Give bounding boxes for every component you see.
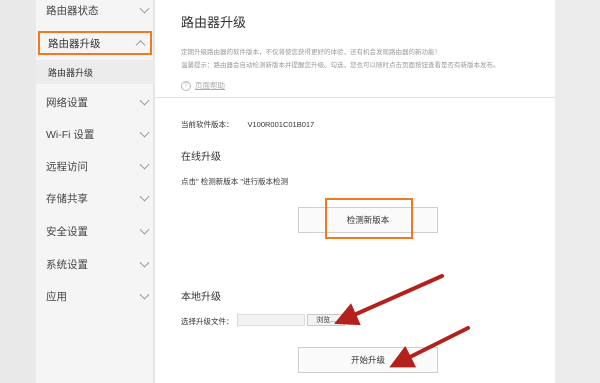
help-row: ? 页面帮助 [181,80,225,91]
chevron-down-icon [139,289,150,300]
sidebar-item-system[interactable]: 系统设置 [36,249,154,279]
current-version-value: V100R001C01B017 [247,120,315,129]
online-upgrade-hint: 点击" 检测新版本 "进行版本检测 [181,177,288,186]
start-upgrade-button[interactable]: 开始升级 [298,347,438,373]
chevron-down-icon [139,3,150,14]
current-version-label: 当前软件版本： [181,120,234,129]
sidebar-item-network[interactable]: 网络设置 [36,87,154,117]
sidebar-item-router-status[interactable]: 路由器状态 [36,0,154,25]
sidebar-item-label: Wi-Fi 设置 [46,128,95,141]
divider [155,97,555,98]
sidebar-item-label: 远程访问 [46,160,88,173]
sidebar-subitem-router-upgrade[interactable]: 路由器升级 [36,60,154,84]
question-icon: ? [181,80,191,91]
sidebar-item-apps[interactable]: 应用 [36,281,154,311]
sidebar-item-label: 应用 [46,290,67,303]
local-upgrade-title: 本地升级 [181,292,221,303]
file-path-input[interactable] [237,314,305,326]
chevron-down-icon [139,224,150,235]
chevron-down-icon [139,159,150,170]
sidebar-item-security[interactable]: 安全设置 [36,216,154,246]
check-new-version-button[interactable]: 检测新版本 [298,207,438,233]
chevron-down-icon [139,95,150,106]
main-panel: 路由器升级 定期升级路由器的软件版本，不仅将使您获得更好的体验，还有机会发现路由… [155,0,555,383]
help-link[interactable]: 页面帮助 [195,80,225,91]
chevron-down-icon [139,127,150,138]
browse-button[interactable]: 浏览... [307,314,345,326]
sidebar-item-label: 安全设置 [46,225,88,238]
chevron-down-icon [139,191,150,202]
sidebar-item-label: 网络设置 [46,96,88,109]
page-title: 路由器升级 [181,15,247,30]
chevron-down-icon [139,257,150,268]
sidebar-item-wifi[interactable]: Wi-Fi 设置 [36,119,154,149]
sidebar-item-router-upgrade[interactable]: 路由器升级 [38,31,152,55]
sidebar-item-label: 路由器状态 [46,4,99,17]
sidebar-item-label: 路由器升级 [48,37,101,50]
file-select-label: 选择升级文件： [181,317,234,326]
chevron-up-icon [135,40,146,51]
right-margin [555,0,600,383]
sidebar-item-label: 存储共享 [46,192,88,205]
current-version-row: 当前软件版本： V100R001C01B017 [181,119,314,130]
sidebar-item-label: 系统设置 [46,258,88,271]
sidebar-item-storage[interactable]: 存储共享 [36,183,154,213]
description-line-2: 温馨提示：路由器会自动检测新版本并提醒您升级。勾选，您也可以随时点击页面按钮查看… [181,62,500,69]
description-line-1: 定期升级路由器的软件版本，不仅将使您获得更好的体验，还有机会发现路由器的新功能！ [181,49,441,56]
sidebar-item-remote-access[interactable]: 远程访问 [36,151,154,181]
online-upgrade-title: 在线升级 [181,152,221,163]
sidebar-nav: 路由器状态 路由器升级 路由器升级 网络设置 Wi-Fi 设置 远程访问 存储共… [36,0,154,383]
